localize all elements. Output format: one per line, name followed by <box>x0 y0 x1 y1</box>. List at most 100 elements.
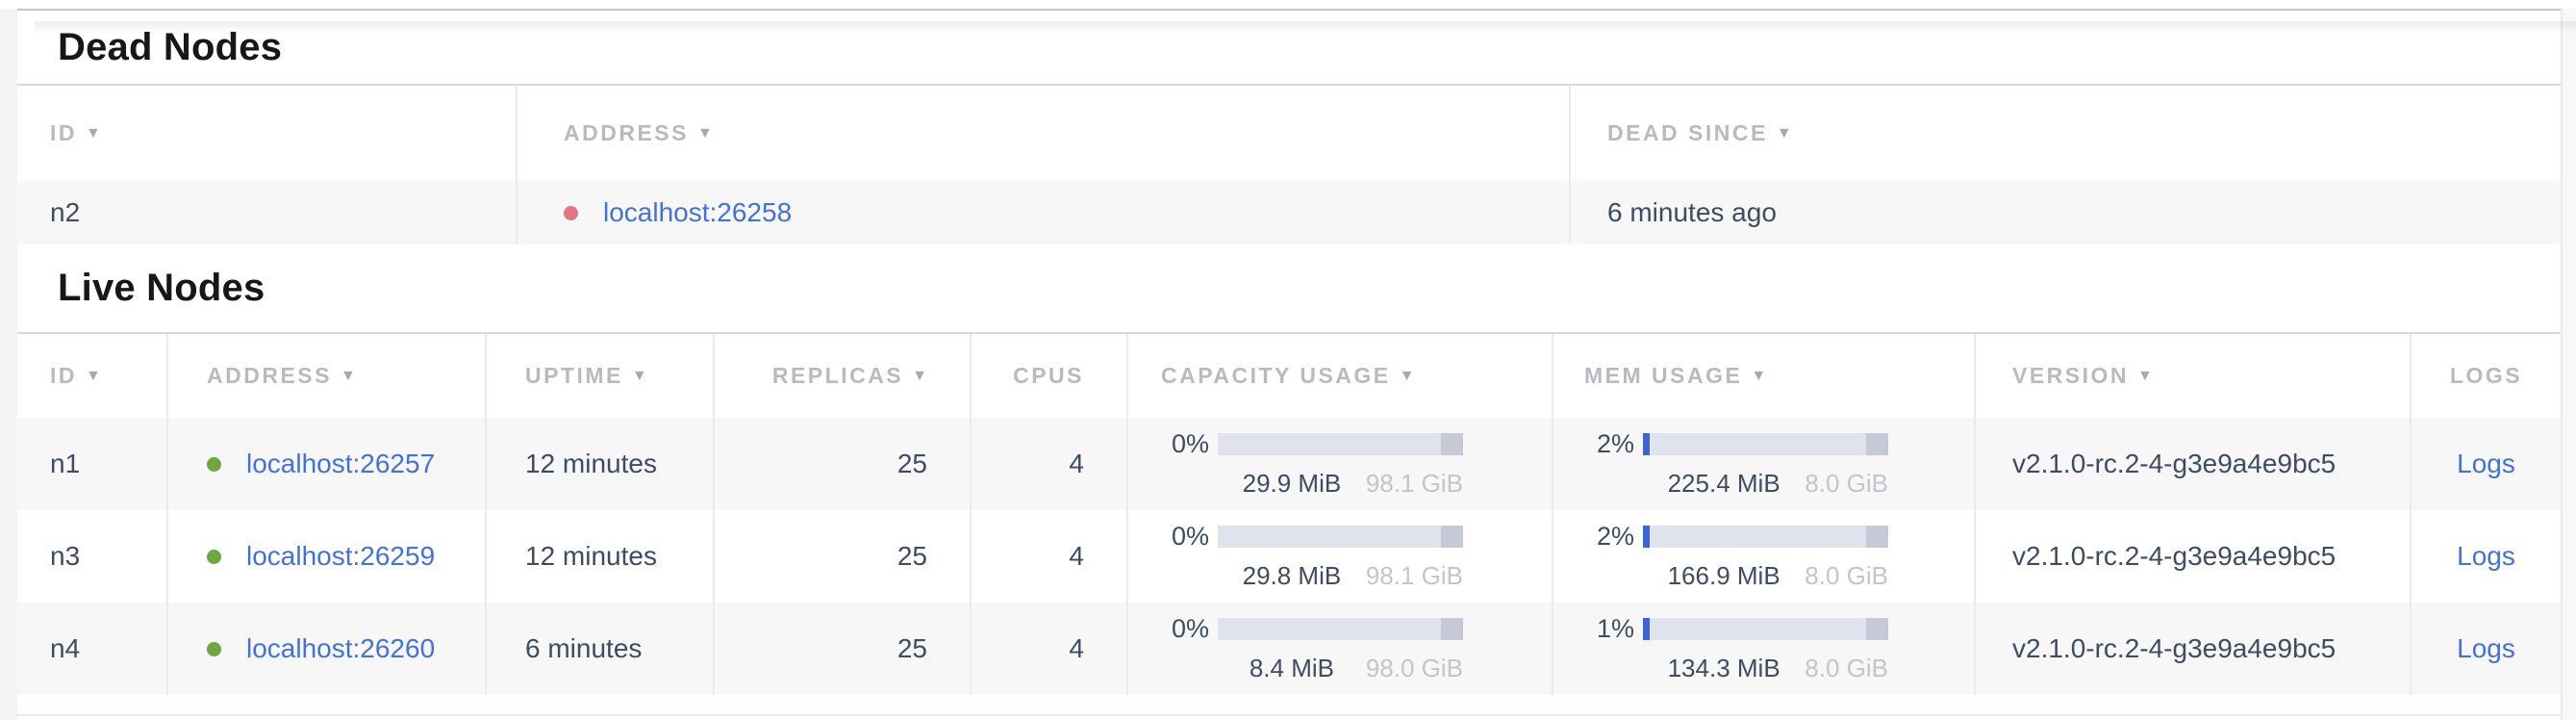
node-address-link[interactable]: localhost:26258 <box>603 197 792 228</box>
node-address-link[interactable]: localhost:26260 <box>246 633 435 664</box>
sort-arrow-icon[interactable]: ▼ <box>1400 368 1415 385</box>
mem-usage-widget: 2% 166.9 MiB 8.0 GiB <box>1553 522 1888 591</box>
node-address-link[interactable]: localhost:26259 <box>246 541 435 572</box>
capacity-usage-widget: 0% 8.4 MiB 98.0 GiB <box>1128 614 1463 683</box>
sort-arrow-icon[interactable]: ▼ <box>912 368 927 385</box>
dead-nodes-table: ID ▼ ADDRESS ▼ DEAD SINCE ▼ n2 l <box>17 86 2561 244</box>
capacity-percent: 0% <box>1155 614 1209 644</box>
logs-link[interactable]: Logs <box>2457 541 2515 572</box>
version-value: v2.1.0-rc.2-4-g3e9a4e9bc5 <box>2012 449 2336 479</box>
capacity-usage-widget: 0% 29.8 MiB 98.1 GiB <box>1128 522 1463 591</box>
column-header-logs: LOGS <box>2410 334 2561 418</box>
sort-arrow-icon[interactable]: ▼ <box>1751 368 1766 385</box>
usage-bar-reserved-segment <box>1866 526 1888 548</box>
node-id: n3 <box>50 541 80 572</box>
uptime-cell: 12 minutes <box>485 418 713 510</box>
table-row-dead-node-n2: n2 localhost:26258 6 minutes ago <box>17 181 2561 244</box>
dead-since-value: 6 minutes ago <box>1607 197 1777 228</box>
node-id-cell: n3 <box>17 510 166 603</box>
cpus-cell: 4 <box>970 510 1126 603</box>
node-address-cell: localhost:26260 <box>166 603 485 695</box>
version-value: v2.1.0-rc.2-4-g3e9a4e9bc5 <box>2012 541 2336 572</box>
sort-arrow-icon[interactable]: ▼ <box>86 368 101 385</box>
sort-arrow-icon[interactable]: ▼ <box>2137 368 2153 385</box>
capacity-usage-bar <box>1218 433 1463 455</box>
column-header-id[interactable]: ID ▼ <box>17 86 516 181</box>
version-cell: v2.1.0-rc.2-4-g3e9a4e9bc5 <box>1974 603 2410 695</box>
cpus-value: 4 <box>1069 541 1084 572</box>
capacity-total-value: 98.0 GiB <box>1366 654 1463 683</box>
mem-usage-bar <box>1643 433 1888 455</box>
cpus-value: 4 <box>1069 633 1084 664</box>
capacity-usage-bar <box>1218 618 1463 640</box>
column-header-address[interactable]: ADDRESS ▼ <box>516 86 1569 181</box>
node-address-cell: localhost:26257 <box>166 418 485 510</box>
uptime-value: 12 minutes <box>525 541 657 572</box>
cpus-cell: 4 <box>970 603 1126 695</box>
capacity-usage-cell: 0% 8.4 MiB 98.0 GiB <box>1126 603 1552 695</box>
column-header-uptime[interactable]: UPTIME ▼ <box>485 334 713 418</box>
column-header-id[interactable]: ID ▼ <box>17 334 166 418</box>
sort-arrow-icon[interactable]: ▼ <box>632 368 647 385</box>
column-header-uptime-label: UPTIME <box>525 363 623 389</box>
capacity-usage-cell: 0% 29.8 MiB 98.1 GiB <box>1126 510 1552 603</box>
capacity-usage-bar <box>1218 526 1463 548</box>
logs-cell: Logs <box>2410 510 2561 603</box>
mem-total-value: 8.0 GiB <box>1805 561 1888 591</box>
mem-used-value: 166.9 MiB <box>1643 561 1805 591</box>
uptime-value: 12 minutes <box>525 449 657 479</box>
node-address-cell: localhost:26259 <box>166 510 485 603</box>
dead-nodes-table-header: ID ▼ ADDRESS ▼ DEAD SINCE ▼ <box>17 86 2561 181</box>
node-id-cell: n1 <box>17 418 166 510</box>
sort-arrow-icon[interactable]: ▼ <box>1777 125 1792 142</box>
node-id: n2 <box>50 197 80 228</box>
page-left-gutter <box>0 9 17 720</box>
node-address-link[interactable]: localhost:26257 <box>246 449 435 479</box>
sort-arrow-icon[interactable]: ▼ <box>341 368 356 385</box>
column-header-replicas-label: REPLICAS <box>772 363 903 389</box>
column-header-address[interactable]: ADDRESS ▼ <box>166 334 485 418</box>
table-row-live-node-n3: n3 localhost:26259 12 minutes 25 4 <box>17 510 2561 603</box>
capacity-used-value: 8.4 MiB <box>1218 654 1366 683</box>
usage-bar-reserved-segment <box>1441 433 1463 455</box>
sort-arrow-icon[interactable]: ▼ <box>697 125 713 142</box>
column-header-cpus-label: CPUS <box>1013 363 1084 389</box>
table-row-live-node-n1: n1 localhost:26257 12 minutes 25 4 <box>17 418 2561 510</box>
node-id-cell: n4 <box>17 603 166 695</box>
page-right-scrollbar-track[interactable] <box>2561 9 2576 720</box>
capacity-usage-widget: 0% 29.9 MiB 98.1 GiB <box>1128 429 1463 499</box>
column-header-capacity-usage[interactable]: CAPACITY USAGE ▼ <box>1126 334 1552 418</box>
replicas-value: 25 <box>897 633 927 664</box>
node-id: n1 <box>50 449 80 479</box>
usage-bar-reserved-segment <box>1866 618 1888 640</box>
column-header-mem-usage[interactable]: MEM USAGE ▼ <box>1552 334 1974 418</box>
replicas-value: 25 <box>897 541 927 572</box>
column-header-dead-since[interactable]: DEAD SINCE ▼ <box>1569 86 2561 181</box>
mem-usage-cell: 2% 225.4 MiB 8.0 GiB <box>1552 418 1974 510</box>
cpus-value: 4 <box>1069 449 1084 479</box>
node-address-cell: localhost:26258 <box>516 181 1569 244</box>
live-nodes-table: ID ▼ ADDRESS ▼ UPTIME ▼ REPLICAS ▼ CPUS <box>17 334 2561 695</box>
mem-total-value: 8.0 GiB <box>1805 654 1888 683</box>
capacity-used-value: 29.9 MiB <box>1218 469 1366 499</box>
sort-arrow-icon[interactable]: ▼ <box>86 125 101 142</box>
usage-bar-reserved-segment <box>1866 433 1888 455</box>
logs-link[interactable]: Logs <box>2457 449 2515 479</box>
logs-cell: Logs <box>2410 603 2561 695</box>
table-row-live-node-n4: n4 localhost:26260 6 minutes 25 4 <box>17 603 2561 695</box>
column-header-version[interactable]: VERSION ▼ <box>1974 334 2410 418</box>
version-cell: v2.1.0-rc.2-4-g3e9a4e9bc5 <box>1974 510 2410 603</box>
usage-bar-used-segment <box>1643 433 1650 455</box>
replicas-value: 25 <box>897 449 927 479</box>
live-status-dot-icon <box>207 457 221 472</box>
logs-link[interactable]: Logs <box>2457 633 2515 664</box>
replicas-cell: 25 <box>713 603 970 695</box>
page-content: Dead Nodes ID ▼ ADDRESS ▼ DEAD SINCE ▼ <box>17 9 2561 716</box>
capacity-percent: 0% <box>1155 522 1209 552</box>
mem-usage-cell: 2% 166.9 MiB 8.0 GiB <box>1552 510 1974 603</box>
capacity-usage-cell: 0% 29.9 MiB 98.1 GiB <box>1126 418 1552 510</box>
column-header-mem-usage-label: MEM USAGE <box>1584 363 1742 389</box>
uptime-cell: 12 minutes <box>485 510 713 603</box>
replicas-cell: 25 <box>713 418 970 510</box>
column-header-replicas[interactable]: REPLICAS ▼ <box>713 334 970 418</box>
